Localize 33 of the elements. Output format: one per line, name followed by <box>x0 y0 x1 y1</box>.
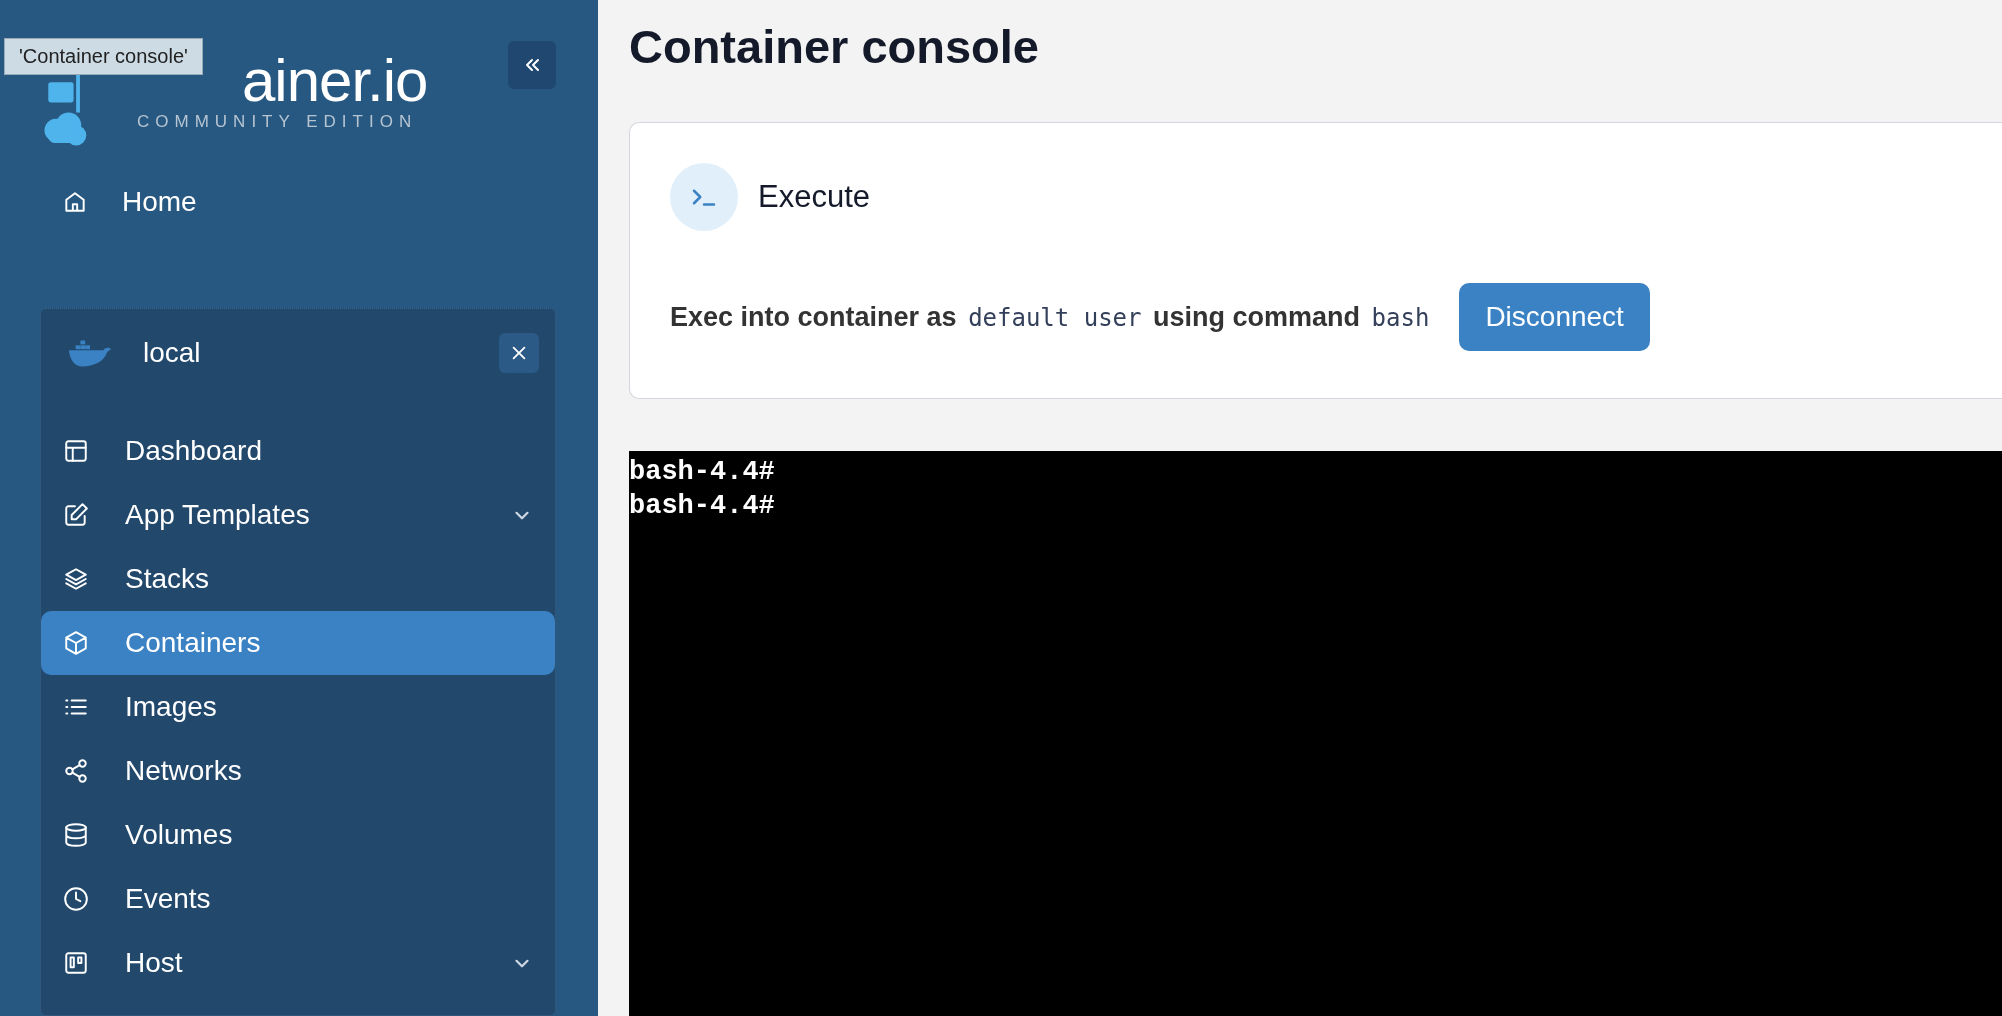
home-link[interactable]: Home <box>40 170 556 234</box>
terminal-line: bash-4.4# <box>629 490 776 523</box>
page-title: Container console <box>629 19 1040 75</box>
tooltip: 'Container console' <box>4 38 203 75</box>
collapse-sidebar-button[interactable] <box>508 41 556 89</box>
sidebar-item[interactable]: Containers <box>41 611 555 675</box>
exec-description: Exec into container as default user using command bash <box>670 301 1431 333</box>
card-title: Execute <box>758 179 870 215</box>
disconnect-button[interactable]: Disconnect <box>1459 283 1650 351</box>
dashboard-icon <box>63 438 89 464</box>
logo-wordmark: ainer.io <box>242 54 428 108</box>
board-icon <box>63 950 89 976</box>
logo-subtitle: COMMUNITY EDITION <box>137 112 418 132</box>
terminal[interactable]: bash-4.4# bash-4.4# <box>629 451 2002 1016</box>
sidebar-item[interactable]: Dashboard <box>41 419 555 483</box>
cube-icon <box>63 630 89 656</box>
sidebar-item[interactable]: Host <box>41 931 555 995</box>
database-icon <box>63 822 89 848</box>
sidebar-item[interactable]: Events <box>41 867 555 931</box>
sidebar-item[interactable]: App Templates <box>41 483 555 547</box>
environment-name: local <box>143 337 201 369</box>
sidebar-item[interactable]: Volumes <box>41 803 555 867</box>
whale-icon <box>67 338 113 368</box>
layers-icon <box>63 566 89 592</box>
share-icon <box>63 758 89 784</box>
close-button[interactable] <box>499 333 539 373</box>
terminal-line: bash-4.4# <box>629 456 776 489</box>
sidebar-item[interactable]: Images <box>41 675 555 739</box>
close-icon <box>510 344 528 362</box>
sidebar-item[interactable]: Stacks <box>41 547 555 611</box>
sidebar-item[interactable]: Networks <box>41 739 555 803</box>
edit-icon <box>63 502 89 528</box>
clock-icon <box>63 886 89 912</box>
